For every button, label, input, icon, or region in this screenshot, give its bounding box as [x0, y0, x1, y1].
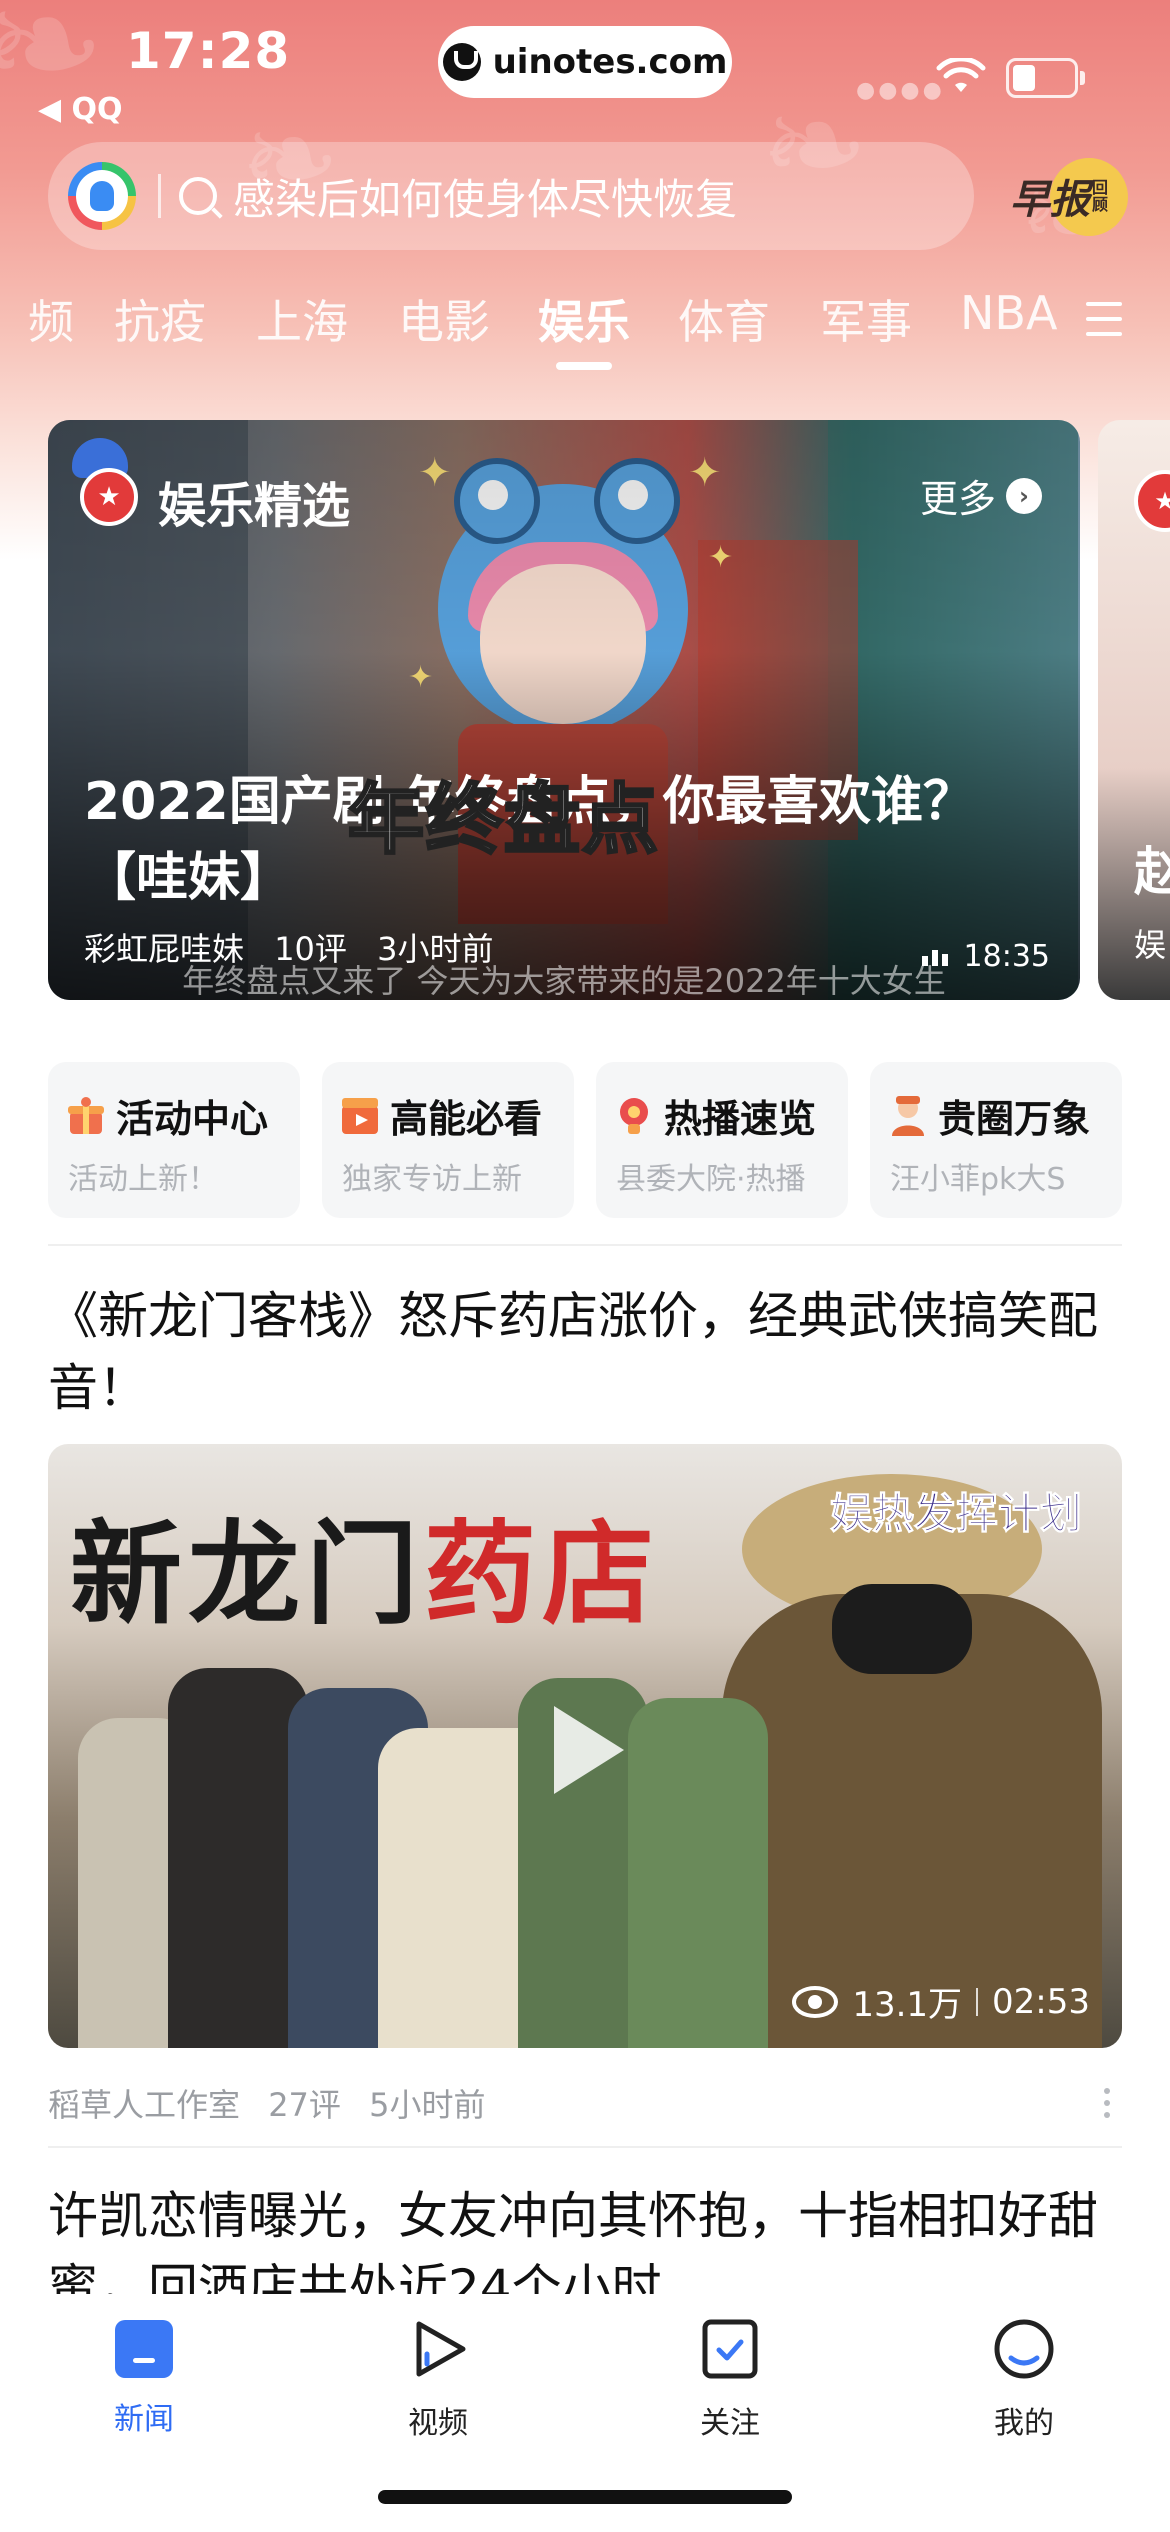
quick-entry-subtitle: 汪小菲pk大S: [890, 1162, 1066, 1197]
peek-title: 赵: [1134, 843, 1170, 903]
tab-entertainment[interactable]: 娱乐: [538, 286, 630, 352]
author[interactable]: 稻草人工作室: [48, 2086, 240, 2124]
nav-follow[interactable]: 关注: [650, 2318, 810, 2442]
comment-count: 27评: [268, 2086, 341, 2124]
quick-entry-title: 高能必看: [390, 1097, 543, 1141]
divider: [48, 1244, 1122, 1246]
tab-military[interactable]: 军事: [820, 286, 912, 352]
badge-icon: ★: [1134, 470, 1170, 532]
more-options-icon[interactable]: [1104, 2088, 1110, 2124]
publish-time: 5小时前: [369, 2086, 486, 2124]
news-meta: 稻草人工作室 27评 5小时前: [48, 2080, 503, 2126]
channel-menu-icon[interactable]: [1086, 302, 1122, 347]
video-clapper-icon: [342, 1098, 378, 1134]
quick-entry-title: 活动中心: [116, 1097, 269, 1141]
wifi-icon: [936, 58, 986, 92]
comment-count: 10评: [274, 930, 347, 968]
chevron-right-icon: ›: [1006, 477, 1042, 514]
search-bar[interactable]: 感染后如何使身体尽快恢复: [48, 142, 974, 250]
channel-tabs: 频 抗疫 上海 电影 娱乐 体育 军事 NBA: [0, 286, 1170, 366]
bulb-icon: [620, 1098, 648, 1134]
publish-time: 3小时前: [377, 930, 494, 968]
more-label: 更多: [919, 477, 996, 521]
video-duration: 02:53: [992, 1981, 1090, 2022]
thumbnail-title: 新龙门药店: [70, 1509, 660, 1640]
search-divider: [158, 174, 161, 218]
wamei-badge-icon: ★: [62, 438, 138, 526]
tab-nba[interactable]: NBA: [960, 286, 1057, 340]
gift-icon: [68, 1097, 104, 1134]
url-text: uinotes.com: [492, 42, 728, 82]
signal-dots-icon: ●●●●: [856, 78, 945, 103]
peek-meta: 娱: [1134, 926, 1167, 964]
quick-entry-must-watch[interactable]: 高能必看 独家专访上新: [322, 1062, 574, 1218]
news-video-thumbnail[interactable]: 新龙门药店 娱热发挥计划 13.1万 02:53: [48, 1444, 1122, 2048]
quick-entry-title: 热播速览: [664, 1097, 817, 1141]
url-pill: uinotes.com: [438, 26, 732, 98]
nav-news[interactable]: 新闻: [64, 2318, 224, 2438]
quick-entry-hot-shows[interactable]: 热播速览 县委大院·热播: [596, 1062, 848, 1218]
thumbnail-tag: 娱热发挥计划: [829, 1489, 1082, 1539]
play-icon[interactable]: [554, 1706, 624, 1794]
featured-video-card[interactable]: ✦ ✦ ✦ ✦ ★ 娱乐精选 更多 › 2022国产剧 年终盘点，你最喜欢谁？【…: [48, 420, 1080, 1000]
duration-text: 18:35: [963, 939, 1050, 974]
quick-entry-subtitle: 活动上新！: [68, 1162, 218, 1197]
tab-partial[interactable]: 频: [28, 286, 74, 352]
more-button[interactable]: 更多 ›: [920, 468, 1042, 523]
person-icon: [892, 1096, 924, 1136]
section-title: 娱乐精选: [158, 478, 351, 534]
battery-icon: [1006, 58, 1085, 98]
nav-label: 视频: [408, 2406, 468, 2441]
tab-antiepidemic[interactable]: 抗疫: [114, 286, 206, 352]
active-tab-indicator: [556, 362, 612, 370]
nav-label: 我的: [994, 2406, 1054, 2441]
qq-avatar[interactable]: [68, 162, 136, 230]
video-duration: 18:35: [921, 939, 1050, 974]
year-end-overlay-text: 年终盘点: [347, 774, 660, 866]
back-to-qq-link[interactable]: ◀ QQ: [38, 92, 123, 127]
quick-entry-celebrity-circle[interactable]: 贵圈万象 汪小菲pk大S: [870, 1062, 1122, 1218]
nav-video[interactable]: 视频: [358, 2318, 518, 2442]
divider: [48, 2146, 1122, 2148]
news-icon: [113, 2318, 175, 2380]
tab-sports[interactable]: 体育: [678, 286, 770, 352]
next-featured-card[interactable]: ★ 赵 娱: [1098, 420, 1170, 1000]
video-stats: 13.1万 02:53: [792, 1977, 1090, 2026]
quick-entry-title: 贵圈万象: [938, 1097, 1091, 1141]
morning-brief-button[interactable]: 早报 回顾: [1010, 156, 1128, 236]
nav-label: 关注: [700, 2406, 760, 2441]
follow-icon: [702, 2319, 758, 2379]
tab-movie[interactable]: 电影: [398, 286, 490, 352]
morning-brief-sub: 回顾: [1092, 178, 1109, 214]
eye-icon: [792, 1985, 839, 2018]
nav-profile[interactable]: 我的: [944, 2318, 1104, 2442]
morning-brief-label: 早报: [1010, 177, 1090, 223]
featured-meta: 彩虹屁哇妹 10评 3小时前: [84, 924, 513, 970]
author[interactable]: 彩虹屁哇妹: [84, 930, 244, 968]
tab-shanghai[interactable]: 上海: [256, 286, 348, 352]
search-icon: [179, 177, 217, 215]
search-input[interactable]: 感染后如何使身体尽快恢复: [233, 166, 737, 227]
status-time: 17:28: [126, 22, 291, 80]
site-logo-icon: [442, 43, 481, 81]
news-title[interactable]: 《新龙门客栈》怒斥药店涨价，经典武侠搞笑配音！: [48, 1280, 1122, 1424]
video-play-icon: [416, 2321, 466, 2377]
quick-entry-row: 活动中心 活动上新！ 高能必看 独家专访上新 热播速览 县委大院·热播 贵圈万象…: [48, 1062, 1122, 1218]
view-count: 13.1万: [852, 1985, 963, 2025]
profile-icon: [994, 2319, 1054, 2379]
audio-bars-icon: [921, 948, 956, 966]
quick-entry-subtitle: 县委大院·热播: [616, 1162, 806, 1197]
quick-entry-subtitle: 独家专访上新: [342, 1162, 522, 1197]
nav-label: 新闻: [114, 2402, 174, 2437]
home-indicator[interactable]: [378, 2490, 792, 2504]
quick-entry-activity-center[interactable]: 活动中心 活动上新！: [48, 1062, 300, 1218]
